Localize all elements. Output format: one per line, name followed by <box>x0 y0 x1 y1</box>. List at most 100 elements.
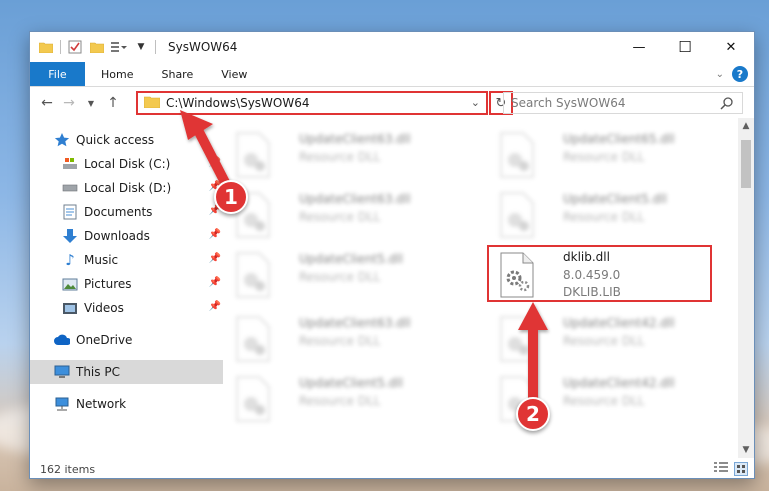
sidebar-item-label: Documents <box>84 205 153 219</box>
file-name: UpdateClient63.dll <box>299 316 411 330</box>
properties-icon[interactable] <box>67 39 83 55</box>
dll-file-icon <box>233 252 273 298</box>
quick-access-toolbar: ▼ <box>38 39 162 55</box>
address-path[interactable]: C:\Windows\SysWOW64 <box>166 96 310 110</box>
scroll-thumb[interactable] <box>741 140 751 188</box>
sidebar-item-label: Local Disk (C:) <box>84 157 171 171</box>
tab-share[interactable]: Share <box>147 62 207 86</box>
file-type: Resource DLL <box>563 334 645 348</box>
window-title: SysWOW64 <box>168 40 238 54</box>
pictures-icon <box>62 276 78 292</box>
maximize-button[interactable]: ☐ <box>662 32 708 62</box>
status-bar: 162 items <box>30 458 754 480</box>
tab-file[interactable]: File <box>30 62 85 86</box>
music-icon: ♪ <box>65 251 75 269</box>
file-name: UpdateClient65.dll <box>563 132 675 146</box>
search-input[interactable]: Search SysWOW64 <box>511 96 625 110</box>
drive-icon <box>62 156 78 172</box>
file-type: Resource DLL <box>299 270 381 284</box>
title-bar: ▼ SysWOW64 — ☐ ✕ <box>30 32 754 62</box>
navigation-bar: ← → ▼ ↑ C:\Windows\SysWOW64 ⌄ ↻ Search S… <box>30 88 754 118</box>
dll-file-icon <box>497 192 537 238</box>
forward-button[interactable]: → <box>58 92 80 114</box>
expand-ribbon-icon[interactable]: ⌄ <box>716 69 724 80</box>
minimize-button[interactable]: — <box>616 32 662 62</box>
file-item[interactable]: UpdateClient5.dll Resource DLL <box>489 188 719 244</box>
chevron-down-icon[interactable]: ⌄ <box>471 96 480 109</box>
file-item[interactable]: UpdateClient63.dll Resource DLL <box>225 312 455 368</box>
sidebar-item-documents[interactable]: Documents 📌 <box>30 200 223 224</box>
tiles-view-icon[interactable] <box>734 462 748 476</box>
file-item[interactable]: UpdateClient65.dll Resource DLL <box>489 128 719 184</box>
sidebar-item-network[interactable]: Network <box>30 392 223 416</box>
sidebar-item-label: Network <box>76 397 127 411</box>
file-name: UpdateClient5.dll <box>299 252 403 266</box>
videos-icon <box>62 300 78 316</box>
file-name: UpdateClient42.dll <box>563 376 675 390</box>
file-name: UpdateClient63.dll <box>299 132 411 146</box>
sidebar-item-pictures[interactable]: Pictures 📌 <box>30 272 223 296</box>
file-list: UpdateClient63.dll Resource DLL UpdateCl… <box>225 124 740 459</box>
pin-icon[interactable]: 📌 <box>209 253 221 264</box>
pin-icon[interactable]: 📌 <box>209 229 221 240</box>
back-button[interactable]: ← <box>36 92 58 114</box>
close-button[interactable]: ✕ <box>708 32 754 62</box>
explorer-window: ▼ SysWOW64 — ☐ ✕ File Home Share View ⌄ … <box>29 31 755 479</box>
file-item[interactable]: UpdateClient5.dll Resource DLL <box>225 248 455 304</box>
divider <box>60 40 61 54</box>
item-count: 162 items <box>40 462 96 476</box>
file-item[interactable]: UpdateClient5.dll Resource DLL <box>225 372 455 428</box>
sidebar-item-local-disk-d[interactable]: Local Disk (D:) 📌 <box>30 176 223 200</box>
callout-step-1: 1 <box>214 180 248 214</box>
sidebar-item-videos[interactable]: Videos 📌 <box>30 296 223 320</box>
cloud-icon <box>54 332 70 348</box>
file-type: Resource DLL <box>299 394 381 408</box>
file-type: Resource DLL <box>299 150 381 164</box>
details-view-icon[interactable] <box>714 462 728 476</box>
sidebar-item-quick-access[interactable]: Quick access <box>30 128 223 152</box>
recent-locations-button[interactable]: ▼ <box>80 92 102 114</box>
search-box[interactable]: Search SysWOW64 <box>503 92 743 114</box>
sidebar-item-label: Downloads <box>84 229 150 243</box>
download-icon <box>62 228 78 244</box>
dll-file-icon <box>497 132 537 178</box>
address-bar[interactable]: C:\Windows\SysWOW64 ⌄ <box>136 91 488 115</box>
sidebar-item-local-disk-c[interactable]: Local Disk (C:) 📌 <box>30 152 223 176</box>
pin-icon[interactable]: 📌 <box>209 157 221 168</box>
sidebar-item-downloads[interactable]: Downloads 📌 <box>30 224 223 248</box>
sidebar-item-onedrive[interactable]: OneDrive <box>30 328 223 352</box>
dll-file-icon <box>233 132 273 178</box>
folder-icon[interactable] <box>38 39 54 55</box>
chevron-down-icon[interactable]: ▼ <box>133 39 149 55</box>
drive-icon <box>62 180 78 196</box>
navigation-pane: Quick access Local Disk (C:) 📌 Local Dis… <box>30 128 223 453</box>
computer-icon <box>54 364 70 380</box>
sidebar-item-label: OneDrive <box>76 333 133 347</box>
divider <box>155 40 156 54</box>
up-button[interactable]: ↑ <box>102 92 124 114</box>
callout-step-2: 2 <box>516 397 550 431</box>
sidebar-item-music[interactable]: ♪ Music 📌 <box>30 248 223 272</box>
sidebar-item-label: This PC <box>76 365 120 379</box>
customize-toolbar-icon[interactable] <box>111 39 127 55</box>
documents-icon <box>62 204 78 220</box>
file-type: Resource DLL <box>563 210 645 224</box>
new-folder-icon[interactable] <box>89 39 105 55</box>
sidebar-item-this-pc[interactable]: This PC <box>30 360 223 384</box>
scroll-up-icon[interactable]: ▲ <box>738 118 754 134</box>
file-item[interactable]: UpdateClient42.dll Resource DLL <box>489 312 719 368</box>
tab-view[interactable]: View <box>207 62 261 86</box>
file-type: Resource DLL <box>563 150 645 164</box>
file-item[interactable]: UpdateClient63.dll Resource DLL <box>225 188 455 244</box>
scroll-down-icon[interactable]: ▼ <box>738 442 754 458</box>
vertical-scrollbar[interactable]: ▲ ▼ <box>738 118 754 458</box>
pin-icon[interactable]: 📌 <box>209 301 221 312</box>
pin-icon[interactable]: 📌 <box>209 277 221 288</box>
file-item[interactable]: UpdateClient63.dll Resource DLL <box>225 128 455 184</box>
help-button[interactable]: ? <box>732 66 748 82</box>
dll-file-icon <box>497 316 537 362</box>
file-type: Resource DLL <box>299 334 381 348</box>
file-name: UpdateClient5.dll <box>299 376 403 390</box>
tab-home[interactable]: Home <box>85 62 147 86</box>
sidebar-item-label: Local Disk (D:) <box>84 181 172 195</box>
